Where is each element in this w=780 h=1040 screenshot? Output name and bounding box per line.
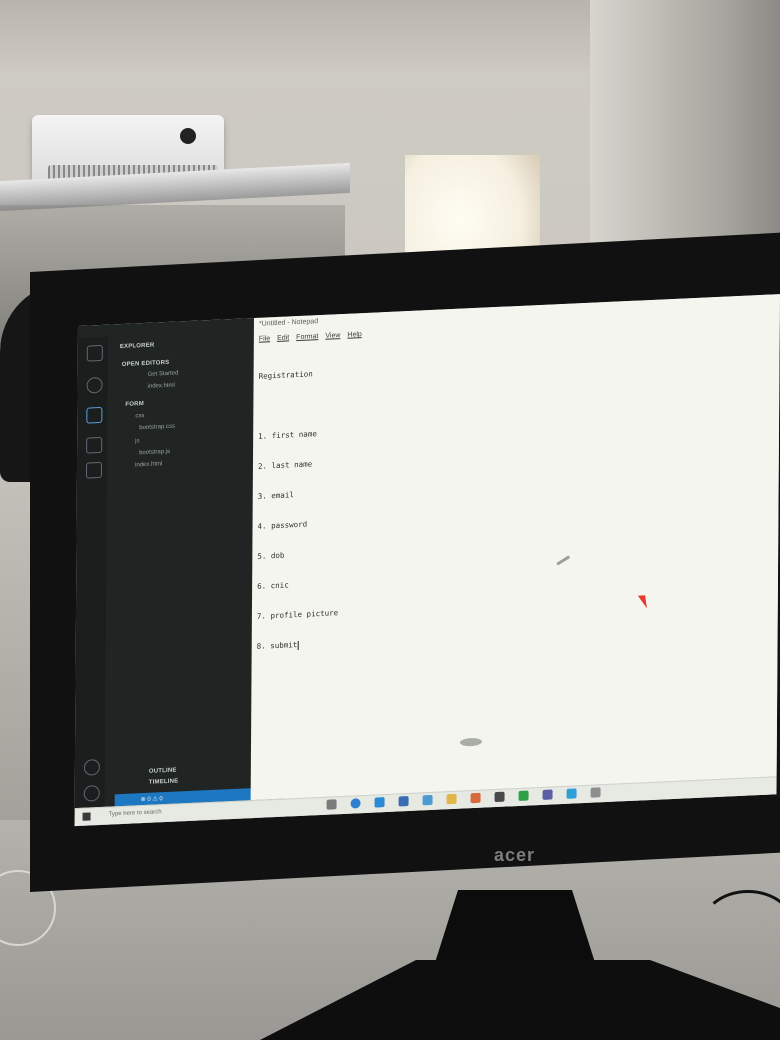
source-control-icon[interactable] — [86, 406, 103, 424]
tree-item[interactable]: index.html — [135, 461, 162, 468]
run-debug-icon[interactable] — [86, 436, 103, 454]
text-line: 4. password — [257, 519, 308, 531]
text-line: 3. email — [257, 490, 294, 501]
tree-item[interactable]: css — [135, 413, 144, 419]
text-line: 6. cnic — [257, 580, 289, 591]
file-explorer-icon[interactable] — [446, 793, 457, 805]
vscode-taskbar-icon[interactable] — [374, 797, 385, 808]
tree-item[interactable]: bootstrap.css — [139, 424, 175, 432]
text-line: 2. last name — [257, 459, 313, 471]
taskbar-search-box[interactable]: Type here to search — [109, 809, 162, 817]
gear-icon[interactable] — [83, 785, 100, 802]
extensions-icon[interactable] — [85, 461, 103, 479]
open-editor-item[interactable]: index.html — [148, 383, 175, 390]
files-icon[interactable] — [86, 344, 103, 362]
menu-edit[interactable]: Edit — [277, 334, 289, 342]
text-line: Registration — [258, 369, 313, 381]
tree-item[interactable]: bootstrap.js — [139, 449, 170, 456]
account-icon[interactable] — [83, 759, 100, 776]
search-icon[interactable] — [86, 376, 103, 394]
open-editors-header[interactable]: OPEN EDITORS — [122, 360, 170, 368]
menu-file[interactable]: File — [259, 335, 270, 343]
task-view-icon[interactable] — [326, 799, 337, 810]
notepad-text-area[interactable]: Registration 1. first name 2. last name … — [257, 348, 341, 672]
menu-view[interactable]: View — [325, 332, 340, 340]
monitor-screen: EXPLORER OPEN EDITORS Get Started index.… — [74, 294, 780, 827]
mail-icon[interactable] — [422, 794, 433, 806]
air-conditioner-indicator — [180, 128, 196, 144]
ceiling — [0, 0, 600, 70]
text-line — [258, 398, 339, 412]
text-line: 7. profile picture — [256, 608, 339, 621]
timeline-header[interactable]: TIMELINE — [149, 778, 179, 785]
problems-status[interactable]: ⊗ 0 ⚠ 0 — [141, 795, 163, 803]
text-line: 5. dob — [257, 550, 285, 561]
vscode-activity-bar — [74, 336, 108, 827]
text-caret — [297, 640, 299, 650]
menu-help[interactable]: Help — [347, 331, 361, 339]
outline-header[interactable]: OUTLINE — [149, 768, 177, 775]
store-icon[interactable] — [398, 795, 409, 807]
excel-icon[interactable] — [518, 790, 529, 802]
terminal-icon[interactable] — [494, 791, 505, 803]
explorer-title: EXPLORER — [119, 342, 155, 351]
tree-item[interactable]: js — [135, 438, 139, 444]
monitor-brand-logo: acer — [494, 845, 536, 865]
text-line: 1. first name — [258, 429, 317, 441]
notepad-taskbar-icon[interactable] — [590, 787, 601, 798]
folder-header[interactable]: FORM — [125, 401, 144, 408]
text-line: 8. submit — [256, 640, 298, 651]
photos-icon[interactable] — [566, 788, 577, 799]
open-editor-item[interactable]: Get Started — [148, 370, 179, 377]
office-icon[interactable] — [470, 792, 481, 804]
windows-start-icon[interactable] — [82, 812, 91, 821]
app-icon[interactable] — [542, 789, 553, 800]
menu-format[interactable]: Format — [296, 333, 318, 341]
